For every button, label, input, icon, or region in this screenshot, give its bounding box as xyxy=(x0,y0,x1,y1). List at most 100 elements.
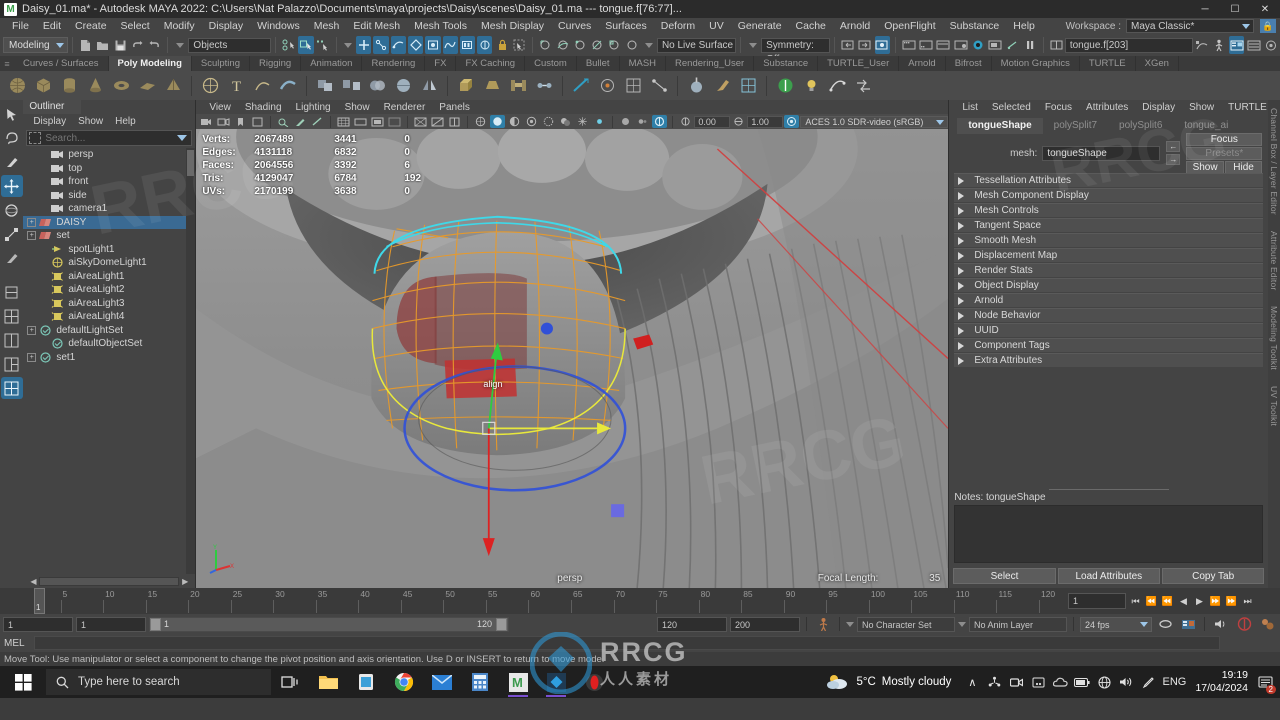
shadows-icon[interactable] xyxy=(558,115,573,128)
loop-playback-icon[interactable] xyxy=(1156,615,1174,633)
load-attributes-button[interactable]: Load Attributes xyxy=(1057,568,1160,584)
outliner-horizontal-scrollbar[interactable]: ◀ ▶ xyxy=(23,574,196,588)
minimize-button[interactable]: ─ xyxy=(1190,0,1220,18)
image-plane-icon[interactable] xyxy=(250,115,265,128)
side-tab-attribute-editor[interactable]: Attribute Editor xyxy=(1269,231,1279,290)
expand-toggle-icon[interactable]: + xyxy=(27,352,37,362)
two-d-pan-zoom-icon[interactable] xyxy=(276,115,291,128)
show-hide-editors-left-icon[interactable] xyxy=(840,36,855,54)
viewport-3d[interactable]: align Verts: 2067489 3441 0 Edges: 4131118 683… xyxy=(196,129,949,588)
shelf-target-weld-icon[interactable] xyxy=(596,75,618,97)
color-management-toggle-icon[interactable] xyxy=(652,115,668,128)
language-indicator[interactable]: ENG xyxy=(1159,666,1189,698)
grease-pencil-icon[interactable] xyxy=(293,115,308,128)
arnold-render-view-icon[interactable] xyxy=(1235,615,1253,633)
shelf-bevel-icon[interactable] xyxy=(481,75,503,97)
mask-surfaces-icon[interactable] xyxy=(407,36,424,54)
go-to-start-icon[interactable]: ⏮ xyxy=(1129,593,1142,609)
outliner-item-top[interactable]: top xyxy=(23,162,195,176)
menu-item-openflight[interactable]: OpenFlight xyxy=(877,18,942,34)
menu-item-deform[interactable]: Deform xyxy=(654,18,702,34)
bookmark-icon[interactable] xyxy=(233,115,248,128)
ae-menu-turtle[interactable]: TURTLE xyxy=(1221,102,1274,113)
character-set-arrow-icon[interactable] xyxy=(846,621,854,627)
shelf-uv-editor-icon[interactable] xyxy=(737,75,759,97)
side-tab-modeling-toolkit[interactable]: Modeling Toolkit xyxy=(1269,306,1279,370)
snap-point-icon[interactable] xyxy=(573,36,588,54)
selection-name-field[interactable]: tongue.f[203] xyxy=(1064,37,1194,53)
playback-start-field[interactable]: 1 xyxy=(76,616,146,632)
shelf-light-icon[interactable] xyxy=(800,75,822,97)
snap-curve-icon[interactable] xyxy=(555,36,570,54)
workspace-selector[interactable]: Workspace : Maya Classic* xyxy=(1066,19,1254,33)
menu-item-edit-mesh[interactable]: Edit Mesh xyxy=(346,18,407,34)
chrome-icon[interactable] xyxy=(385,666,423,698)
ae-section-arnold[interactable]: Arnold xyxy=(954,293,1264,307)
ae-menu-focus[interactable]: Focus xyxy=(1038,102,1079,113)
shelf-tab-fx[interactable]: FX xyxy=(425,56,457,71)
play-forwards-icon[interactable]: ▶ xyxy=(1193,593,1206,609)
live-surface-arrow-icon[interactable] xyxy=(644,42,653,48)
shelf-svg-icon[interactable] xyxy=(251,75,273,97)
rotate-tool-icon[interactable] xyxy=(1,199,23,221)
symmetry-field[interactable]: Symmetry: Off xyxy=(761,37,831,65)
viewport-menu-panels[interactable]: Panels xyxy=(432,102,477,113)
time-slider[interactable]: 1 5 10 15 20 25 30 35 40 45 50 55 60 65 70 75 80 85 90 95 1… xyxy=(0,588,1280,614)
volume-icon[interactable] xyxy=(1212,615,1230,633)
shelf-tab-turtle-user[interactable]: TURTLE_User xyxy=(818,56,900,71)
snap-align-icon[interactable] xyxy=(1,281,23,303)
highlight-selection-icon[interactable] xyxy=(512,36,527,54)
shelf-booleans-icon[interactable] xyxy=(366,75,388,97)
shelf-tab-motion-graphics[interactable]: Motion Graphics xyxy=(991,56,1080,71)
shelf-text-icon[interactable]: T xyxy=(225,75,247,97)
shelf-extrude-icon[interactable] xyxy=(455,75,477,97)
anim-layer-arrow-icon[interactable] xyxy=(958,621,966,627)
move-tool-icon[interactable] xyxy=(0,175,23,197)
task-view-icon[interactable] xyxy=(271,666,309,698)
ae-menu-selected[interactable]: Selected xyxy=(985,102,1038,113)
scroll-left-icon[interactable]: ◀ xyxy=(27,577,39,586)
select-camera-icon[interactable] xyxy=(199,115,214,128)
show-hide-attribute-editor-icon[interactable] xyxy=(874,36,891,54)
ae-menu-display[interactable]: Display xyxy=(1135,102,1182,113)
side-tab-channel-box-layer-editor[interactable]: Channel Box / Layer Editor xyxy=(1269,108,1279,215)
viewport-menu-lighting[interactable]: Lighting xyxy=(289,102,338,113)
step-back-key-icon[interactable]: ⏪ xyxy=(1145,593,1158,609)
shelf-multicut-icon[interactable] xyxy=(570,75,592,97)
select-tool-icon[interactable] xyxy=(1,103,23,125)
pause-icon[interactable] xyxy=(1022,36,1037,54)
shelf-tab-animation[interactable]: Animation xyxy=(301,56,363,71)
objects-dropdown-arrow-icon[interactable] xyxy=(176,42,185,48)
render-sequence-icon[interactable] xyxy=(988,36,1003,54)
menu-item-mesh-display[interactable]: Mesh Display xyxy=(474,18,551,34)
xray-icon[interactable] xyxy=(310,115,325,128)
menu-item-file[interactable]: File xyxy=(5,18,36,34)
live-surface-field[interactable]: No Live Surface xyxy=(656,37,737,53)
calculator-icon[interactable] xyxy=(461,666,499,698)
next-node-icon[interactable]: → xyxy=(1166,154,1181,165)
substance-icon[interactable] xyxy=(1258,615,1276,633)
chevron-up-icon[interactable]: ∧ xyxy=(961,666,983,698)
animation-editors-icon[interactable] xyxy=(1194,36,1209,54)
layout-three-panes-icon[interactable] xyxy=(1,353,23,375)
outliner-item-aiskydomelight1[interactable]: aiSkyDomeLight1 xyxy=(23,256,195,270)
scrollbar-thumb[interactable] xyxy=(187,150,195,176)
shelf-tab-custom[interactable]: Custom xyxy=(525,56,577,71)
menu-item-select[interactable]: Select xyxy=(114,18,157,34)
shelf-smooth-icon[interactable] xyxy=(392,75,414,97)
shelf-poly-torus-icon[interactable] xyxy=(110,75,132,97)
gamma-icon[interactable] xyxy=(731,115,746,128)
camera-attributes-icon[interactable] xyxy=(216,115,231,128)
isolate-select-icon[interactable] xyxy=(430,115,445,128)
ipr-render-icon[interactable] xyxy=(918,36,933,54)
menu-item-cache[interactable]: Cache xyxy=(789,18,833,34)
ae-section-object-display[interactable]: Object Display xyxy=(954,278,1264,292)
layout-two-panes-icon[interactable] xyxy=(1,329,23,351)
opera-icon[interactable] xyxy=(575,666,613,698)
outliner-tab[interactable]: Outliner xyxy=(23,100,82,114)
outliner-menu-show[interactable]: Show xyxy=(72,116,109,127)
lock-selection-icon[interactable] xyxy=(494,36,509,54)
ae-tab-polysplit6[interactable]: polySplit6 xyxy=(1108,118,1173,134)
menu-item-substance[interactable]: Substance xyxy=(943,18,1007,34)
outliner-item-persp[interactable]: persp xyxy=(23,148,195,162)
